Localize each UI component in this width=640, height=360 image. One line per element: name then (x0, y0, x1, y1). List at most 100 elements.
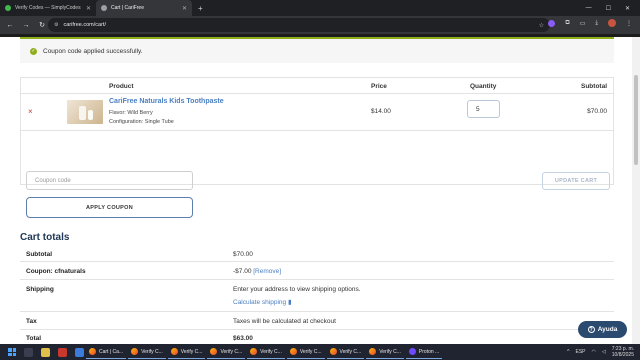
shipping-truck-icon: ▮ (287, 299, 292, 306)
chrome-icon (210, 348, 218, 355)
calculate-shipping-link[interactable]: Calculate shipping ▮ (233, 298, 292, 306)
extension-icon[interactable] (548, 19, 556, 27)
coupon-value: -$7.00 (233, 268, 252, 275)
profile-avatar-icon[interactable] (608, 19, 616, 27)
taskbar-app[interactable]: Verify C... (128, 345, 166, 359)
close-tab-icon[interactable]: ✕ (86, 5, 91, 12)
subtotal-label: Subtotal (26, 251, 52, 258)
menu-kebab-icon[interactable]: ⋮ (626, 20, 632, 27)
close-tab-icon[interactable]: ✕ (182, 5, 187, 12)
page-scrollbar[interactable] (632, 37, 640, 344)
taskbar-app[interactable]: Verify C... (167, 345, 206, 359)
taskbar-app[interactable]: Verify C... (366, 345, 404, 359)
browser-tab-bar: Verify Codes — SimplyCodes ✕ Cart | Cari… (0, 0, 640, 16)
taskbar-app-label: Proton ... (418, 348, 440, 355)
search-icon[interactable] (24, 347, 33, 357)
bookmark-star-icon[interactable]: ☆ (539, 22, 544, 29)
windows-taskbar: Cart | Ca... Verify C... Verify C... Ver… (0, 344, 640, 360)
update-cart-button[interactable]: UPDATE CART (542, 172, 610, 190)
forward-icon[interactable]: → (22, 22, 30, 29)
cart-totals-heading: Cart totals (20, 232, 70, 243)
tab-simplycodes[interactable]: Verify Codes — SimplyCodes ✕ (0, 0, 96, 16)
window-controls: — ☐ ✕ (586, 0, 640, 16)
taskbar-app-label: Verify C... (220, 348, 243, 355)
chrome-icon (329, 348, 337, 355)
remove-item-icon[interactable]: × (28, 107, 33, 116)
remove-coupon-link[interactable]: [Remove] (253, 268, 281, 275)
chrome-icon (131, 348, 139, 355)
product-configuration: Configuration: Single Tube (109, 119, 174, 125)
item-price: $14.00 (371, 108, 391, 115)
taskbar-app[interactable]: Cart | Ca... (86, 345, 127, 359)
tax-row: Tax Taxes will be calculated at checkout (20, 312, 614, 330)
volume-icon[interactable]: ◁ (602, 349, 606, 355)
coupon-discount: -$7.00 [Remove] (233, 268, 281, 275)
taskbar-app[interactable]: Verify C... (326, 345, 365, 359)
shipping-row: Shipping Enter your address to view ship… (20, 280, 614, 312)
taskbar-app-label: Verify C... (180, 348, 203, 355)
chrome-icon (369, 348, 377, 355)
language-indicator[interactable]: ESP (576, 349, 586, 355)
notice-message: Coupon code applied successfully. (43, 47, 143, 55)
proton-icon (408, 348, 416, 355)
product-name-link[interactable]: CariFree Naturals Kids Toothpaste (109, 98, 224, 105)
help-label: Ayuda (597, 326, 618, 333)
taskbar-app-label: Verify C... (260, 348, 282, 355)
carifree-favicon-icon (101, 5, 107, 11)
site-info-icon[interactable]: ⚙ (54, 22, 58, 28)
product-thumbnail[interactable] (67, 100, 103, 124)
item-subtotal: $70.00 (587, 108, 607, 115)
address-bar[interactable]: ⚙ carifree.com/cart/ ☆ (48, 18, 550, 32)
system-tray: ^ ESP ◠ ◁ 7:23 p. m. 10/8/2025 (567, 344, 634, 360)
chrome-icon (289, 348, 297, 355)
browser-toolbar: ← → ↻ ⚙ carifree.com/cart/ ☆ ⧉ ▭ ⤓ ⋮ (0, 16, 640, 34)
clock[interactable]: 7:23 p. m. 10/8/2025 (612, 346, 634, 358)
coupon-code-input[interactable]: Coupon code (26, 171, 193, 190)
back-icon[interactable]: ← (6, 22, 14, 29)
app-icon[interactable] (75, 347, 84, 357)
check-circle-icon: ✓ (30, 47, 37, 55)
taskbar-app[interactable]: Verify C... (247, 345, 285, 359)
taskbar-app-label: Verify C... (379, 348, 401, 355)
cart-item-row: × CariFree Naturals Kids Toothpaste Flav… (21, 94, 613, 131)
success-notice: ✓ Coupon code applied successfully. (20, 37, 614, 63)
total-value: $63.00 (233, 335, 253, 342)
windows-start-icon[interactable] (8, 348, 16, 356)
header-price: Price (371, 83, 387, 90)
apply-coupon-button[interactable]: APPLY COUPON (26, 197, 193, 218)
new-tab-icon[interactable]: + (192, 4, 209, 13)
product-flavor: Flavor: Wild Berry (109, 110, 153, 116)
tray-chevron-icon[interactable]: ^ (567, 349, 569, 355)
wifi-icon[interactable]: ◠ (592, 349, 596, 355)
cart-table: Product Price Quantity Subtotal × CariFr… (20, 77, 614, 218)
app-icon[interactable] (58, 347, 67, 357)
product-tube-shape (79, 106, 86, 120)
help-button[interactable]: ? Ayuda (578, 321, 627, 338)
tax-label: Tax (26, 318, 37, 325)
extensions-puzzle-icon[interactable]: ⧉ (565, 20, 569, 27)
minimize-icon[interactable]: — (586, 5, 592, 11)
subtotal-row: Subtotal $70.00 (20, 245, 614, 262)
download-icon[interactable]: ⤓ (595, 20, 598, 27)
chrome-icon (170, 348, 178, 355)
side-panel-icon[interactable]: ▭ (580, 20, 586, 27)
maximize-icon[interactable]: ☐ (606, 5, 611, 12)
header-subtotal: Subtotal (581, 83, 607, 90)
reload-icon[interactable]: ↻ (38, 21, 46, 29)
simplycodes-favicon-icon (5, 5, 11, 11)
scrollbar-thumb[interactable] (634, 75, 638, 165)
taskbar-app[interactable]: Verify C... (207, 345, 246, 359)
taskbar-app-label: Verify C... (141, 348, 163, 355)
close-window-icon[interactable]: ✕ (625, 5, 630, 12)
quantity-input[interactable]: 5 (467, 100, 500, 118)
tab-title: Verify Codes — SimplyCodes (15, 5, 81, 11)
header-quantity: Quantity (470, 83, 497, 90)
help-question-icon: ? (587, 326, 595, 333)
tab-carifree-cart[interactable]: Cart | CariFree ✕ (96, 0, 192, 16)
taskbar-app[interactable]: Verify C... (286, 345, 325, 359)
url-text[interactable]: carifree.com/cart/ (63, 22, 533, 28)
file-explorer-icon[interactable] (41, 347, 50, 357)
taskbar-app[interactable]: Proton ... (405, 345, 443, 359)
cart-table-header: Product Price Quantity Subtotal (21, 78, 613, 94)
tab-title: Cart | CariFree (111, 5, 144, 11)
